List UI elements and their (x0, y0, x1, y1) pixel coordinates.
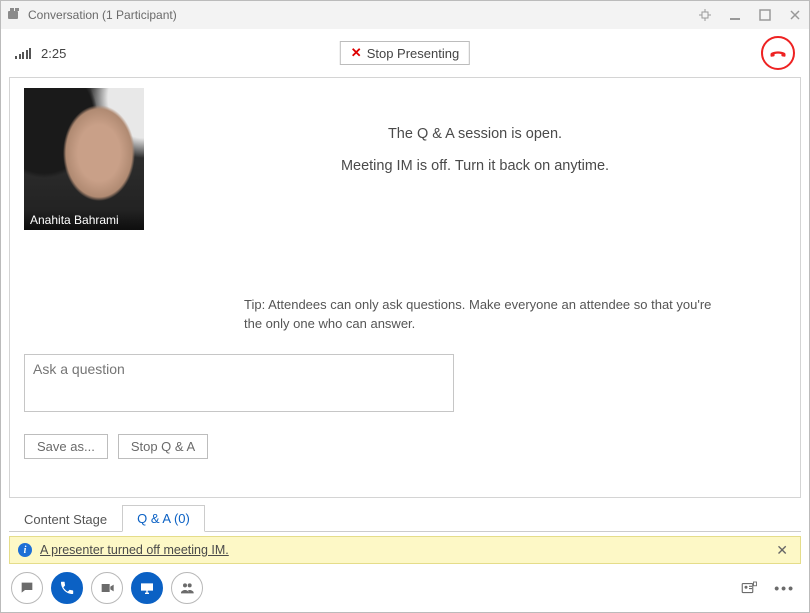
stop-presenting-button[interactable]: ✕ Stop Presenting (340, 41, 470, 65)
stage-tabs: Content Stage Q & A (0) (9, 504, 801, 532)
notification-bar: i A presenter turned off meeting IM. ✕ (9, 536, 801, 564)
presenter-name: Anahita Bahrami (24, 210, 144, 230)
call-duration: 2:25 (41, 46, 66, 61)
notification-text[interactable]: A presenter turned off meeting IM. (40, 543, 764, 557)
x-icon: ✕ (351, 45, 362, 61)
save-as-button[interactable]: Save as... (24, 434, 108, 459)
contact-card-button[interactable] (736, 575, 762, 601)
ask-question-input[interactable] (24, 354, 454, 412)
im-off-message: Meeting IM is off. Turn it back on anyti… (174, 158, 776, 174)
tab-content-stage[interactable]: Content Stage (9, 506, 122, 532)
close-button[interactable] (787, 7, 803, 23)
window-title: Conversation (1 Participant) (28, 8, 692, 22)
im-button[interactable] (11, 572, 43, 604)
participants-button[interactable] (171, 572, 203, 604)
minimize-button[interactable] (727, 7, 743, 23)
stop-qa-button[interactable]: Stop Q & A (118, 434, 208, 459)
qa-tip-text: Tip: Attendees can only ask questions. M… (244, 296, 714, 334)
content-area: Anahita Bahrami The Q & A session is ope… (9, 77, 801, 498)
window-controls (697, 7, 803, 23)
presenter-video-tile[interactable]: Anahita Bahrami (24, 88, 144, 230)
qa-action-buttons: Save as... Stop Q & A (24, 434, 786, 459)
video-button[interactable] (91, 572, 123, 604)
call-info-bar: 2:25 ✕ Stop Presenting (1, 29, 809, 77)
audio-button[interactable] (51, 572, 83, 604)
hang-up-button[interactable] (761, 36, 795, 70)
presenter-block: Anahita Bahrami The Q & A session is ope… (24, 88, 786, 230)
titlebar: Conversation (1 Participant) (1, 1, 809, 29)
info-icon: i (18, 543, 32, 557)
bottom-toolbar: ••• (1, 564, 809, 612)
signal-icon (15, 47, 31, 59)
app-icon (7, 7, 23, 23)
pop-out-icon[interactable] (697, 7, 713, 23)
qa-status-messages: The Q & A session is open. Meeting IM is… (174, 126, 776, 174)
presenter-image (24, 88, 144, 230)
qa-open-message: The Q & A session is open. (174, 126, 776, 142)
more-options-button[interactable]: ••• (770, 576, 799, 600)
present-button[interactable] (131, 572, 163, 604)
tab-qa[interactable]: Q & A (0) (122, 505, 205, 532)
notification-close-button[interactable]: ✕ (772, 542, 792, 559)
maximize-button[interactable] (757, 7, 773, 23)
stop-presenting-label: Stop Presenting (367, 46, 460, 61)
